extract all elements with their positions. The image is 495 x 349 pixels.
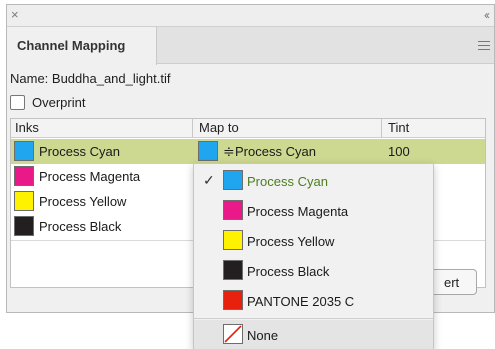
yellow-swatch <box>223 230 243 250</box>
dropdown-item-label: Process Black <box>247 264 330 279</box>
dropdown-item-label: Process Yellow <box>247 234 335 249</box>
black-swatch <box>14 216 34 236</box>
map-cyan-swatch <box>198 141 218 161</box>
magenta-swatch <box>223 200 243 220</box>
map-select-arrows-icon[interactable]: ≑ <box>223 143 235 160</box>
panel-menu-icon[interactable] <box>478 41 490 51</box>
header-inks: Inks <box>15 120 39 135</box>
cyan-swatch <box>223 170 243 190</box>
collapse-icon[interactable]: ‹‹ <box>484 7 490 23</box>
tint-value[interactable]: 100 <box>388 144 410 159</box>
close-icon[interactable]: × <box>11 7 19 23</box>
dropdown-item-pantone-2035[interactable]: PANTONE 2035 C <box>194 286 433 316</box>
table-row[interactable]: Process Cyan ≑ Process Cyan 100 <box>11 139 485 164</box>
ink-name: Process Magenta <box>39 169 141 184</box>
ink-name: Process Cyan <box>39 144 120 159</box>
yellow-swatch <box>14 191 34 211</box>
dropdown-item-label: Process Magenta <box>247 204 349 219</box>
panel-tab-row: Channel Mapping <box>7 26 494 65</box>
pantone-swatch <box>223 290 243 310</box>
checkmark-icon: ✓ <box>203 172 215 188</box>
dropdown-item-process-yellow[interactable]: Process Yellow <box>194 226 433 256</box>
overprint-checkbox[interactable] <box>10 94 25 110</box>
map-to-select[interactable]: Process Cyan <box>235 144 316 159</box>
ink-name: Process Black <box>39 219 122 234</box>
panel-titlebar: × ‹‹ <box>7 5 494 26</box>
ink-name: Process Yellow <box>39 194 127 209</box>
black-swatch <box>223 260 243 280</box>
dropdown-item-label: None <box>247 328 279 343</box>
dropdown-item-none[interactable]: None <box>194 320 433 349</box>
revert-label: ert <box>444 275 460 290</box>
dropdown-item-process-magenta[interactable]: Process Magenta <box>194 196 433 226</box>
map-to-dropdown: ✓ Process Cyan Process Magenta Process Y… <box>193 163 434 349</box>
tab-label: Channel Mapping <box>17 38 126 53</box>
image-name: Name: Buddha_and_light.tif <box>10 71 171 86</box>
header-map-to: Map to <box>192 119 239 138</box>
tab-channel-mapping[interactable]: Channel Mapping <box>7 26 157 65</box>
dropdown-separator <box>194 318 433 319</box>
overprint-option[interactable]: Overprint <box>10 93 85 111</box>
table-header: Inks Map to Tint <box>11 119 485 138</box>
magenta-swatch <box>14 166 34 186</box>
header-tint: Tint <box>381 119 409 138</box>
dropdown-item-process-black[interactable]: Process Black <box>194 256 433 286</box>
overprint-label: Overprint <box>32 94 86 110</box>
dropdown-item-label: PANTONE 2035 C <box>247 294 355 309</box>
none-swatch-icon <box>223 324 243 344</box>
cyan-swatch <box>14 141 34 161</box>
dropdown-item-process-cyan[interactable]: ✓ Process Cyan <box>194 166 433 196</box>
dropdown-item-label: Process Cyan <box>247 174 328 189</box>
